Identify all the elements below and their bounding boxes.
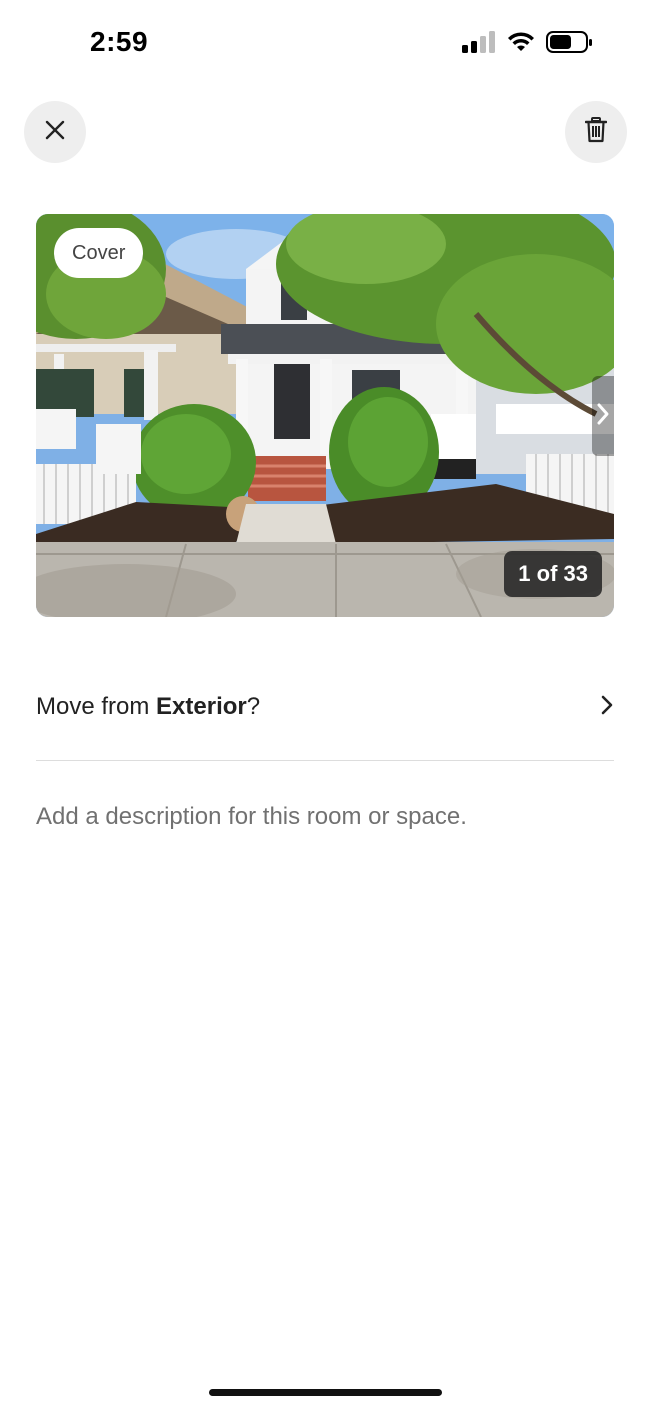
move-prefix: Move from	[36, 693, 157, 720]
close-button[interactable]	[24, 101, 86, 163]
chevron-right-icon	[600, 694, 614, 721]
cover-badge: Cover	[54, 228, 144, 278]
wifi-icon	[506, 31, 536, 58]
listing-photo[interactable]: Cover 1 of 33	[36, 214, 614, 617]
status-bar: 2:59	[0, 0, 650, 90]
move-room-row[interactable]: Move from Exterior?	[36, 675, 614, 739]
status-time: 2:59	[90, 26, 149, 57]
cellular-signal-icon	[462, 31, 496, 58]
delete-photo-button[interactable]	[565, 101, 627, 163]
move-room-label: Move from Exterior?	[36, 693, 260, 721]
next-photo-button[interactable]	[592, 376, 614, 456]
status-icons	[462, 30, 594, 59]
chevron-right-icon	[596, 401, 610, 432]
home-indicator[interactable]	[209, 1389, 442, 1396]
description-input[interactable]	[36, 795, 614, 839]
divider	[36, 760, 614, 761]
close-icon	[44, 119, 66, 146]
battery-icon	[546, 30, 594, 59]
move-suffix: ?	[246, 693, 261, 720]
trash-icon	[584, 116, 608, 148]
current-room-name: Exterior	[156, 693, 247, 720]
photo-counter: 1 of 33	[504, 551, 602, 597]
